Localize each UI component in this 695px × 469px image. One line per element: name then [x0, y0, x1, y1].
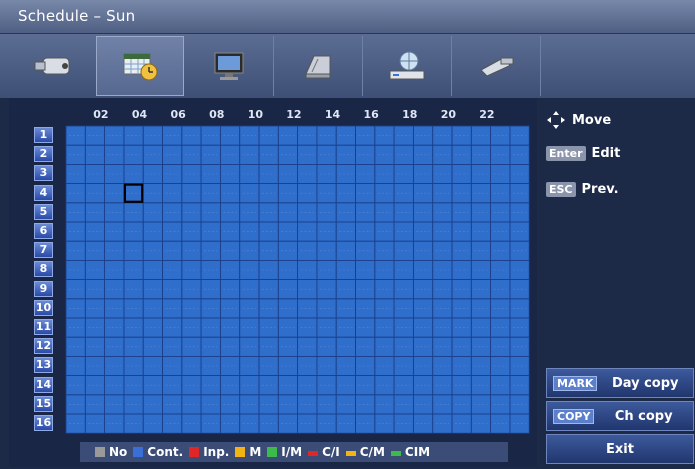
legend-label: M [249, 445, 262, 459]
legend-swatch [235, 447, 246, 457]
day-copy-label: Day copy [611, 375, 679, 391]
schedule-grid[interactable] [9, 98, 537, 438]
hint-edit: Enter Edit [546, 146, 620, 161]
tab-system[interactable] [452, 36, 541, 96]
tab-network[interactable] [363, 36, 452, 96]
right-panel: Move Enter Edit ESC Prev. MARK Day copy … [538, 98, 695, 469]
legend-label: C/I [322, 445, 340, 459]
window-title: Schedule – Sun [18, 7, 136, 25]
monitor-icon [214, 52, 244, 80]
tab-empty [541, 36, 695, 96]
hint-prev: ESC Prev. [546, 182, 619, 197]
tab-display[interactable] [185, 36, 274, 96]
hint-move: Move [546, 110, 611, 130]
schedule-panel: 02 04 06 08 10 12 14 16 18 20 22 1 2 3 4 5 6 7 8 9 10 11 12 13… [9, 98, 537, 467]
ch-copy-button[interactable]: COPY Ch copy [546, 401, 694, 431]
legend-swatch [345, 451, 356, 456]
legend-label: No [109, 445, 128, 459]
prev-label: Prev. [581, 182, 619, 197]
legend-label: CIM [404, 445, 431, 459]
tab-storage[interactable] [274, 36, 363, 96]
tools-icon [480, 57, 514, 77]
legend-item: No [95, 445, 127, 459]
legend-label: Cont. [147, 445, 184, 459]
day-copy-button[interactable]: MARK Day copy [546, 368, 694, 398]
legend-swatch [390, 451, 401, 456]
title-bar: Schedule – Sun [0, 0, 695, 34]
tab-schedule[interactable] [96, 36, 184, 96]
legend: No Cont. Inp. M I/M C/I C/M CIM [80, 442, 508, 462]
legend-swatch [133, 447, 144, 457]
legend-item: I/M [267, 445, 302, 459]
legend-swatch [267, 447, 278, 457]
legend-item: Inp. [189, 445, 229, 459]
legend-label: I/M [281, 445, 303, 459]
tab-bar [0, 34, 695, 98]
camera-icon [34, 57, 70, 75]
legend-swatch [95, 447, 105, 457]
exit-button[interactable]: Exit [546, 434, 694, 464]
move-label: Move [572, 112, 612, 128]
legend-item: C/I [308, 445, 340, 459]
legend-item: Cont. [133, 445, 183, 459]
calendar-clock-icon [123, 53, 158, 81]
legend-swatch [189, 447, 200, 457]
legend-label: Inp. [203, 445, 230, 459]
esc-key: ESC [546, 182, 576, 197]
move-arrows-icon [547, 111, 565, 129]
legend-label: C/M [359, 445, 385, 459]
network-icon [389, 51, 425, 80]
exit-label: Exit [606, 441, 634, 457]
enter-key: Enter [546, 146, 586, 161]
legend-item: C/M [345, 445, 385, 459]
legend-item: CIM [390, 445, 431, 459]
ch-copy-label: Ch copy [614, 408, 673, 424]
hard-disk-icon [305, 55, 331, 79]
legend-swatch [308, 451, 319, 456]
copy-key: COPY [553, 408, 595, 424]
mark-key: MARK [553, 375, 598, 391]
legend-item: M [235, 445, 261, 459]
tab-camera[interactable] [8, 36, 97, 96]
edit-label: Edit [591, 146, 621, 161]
